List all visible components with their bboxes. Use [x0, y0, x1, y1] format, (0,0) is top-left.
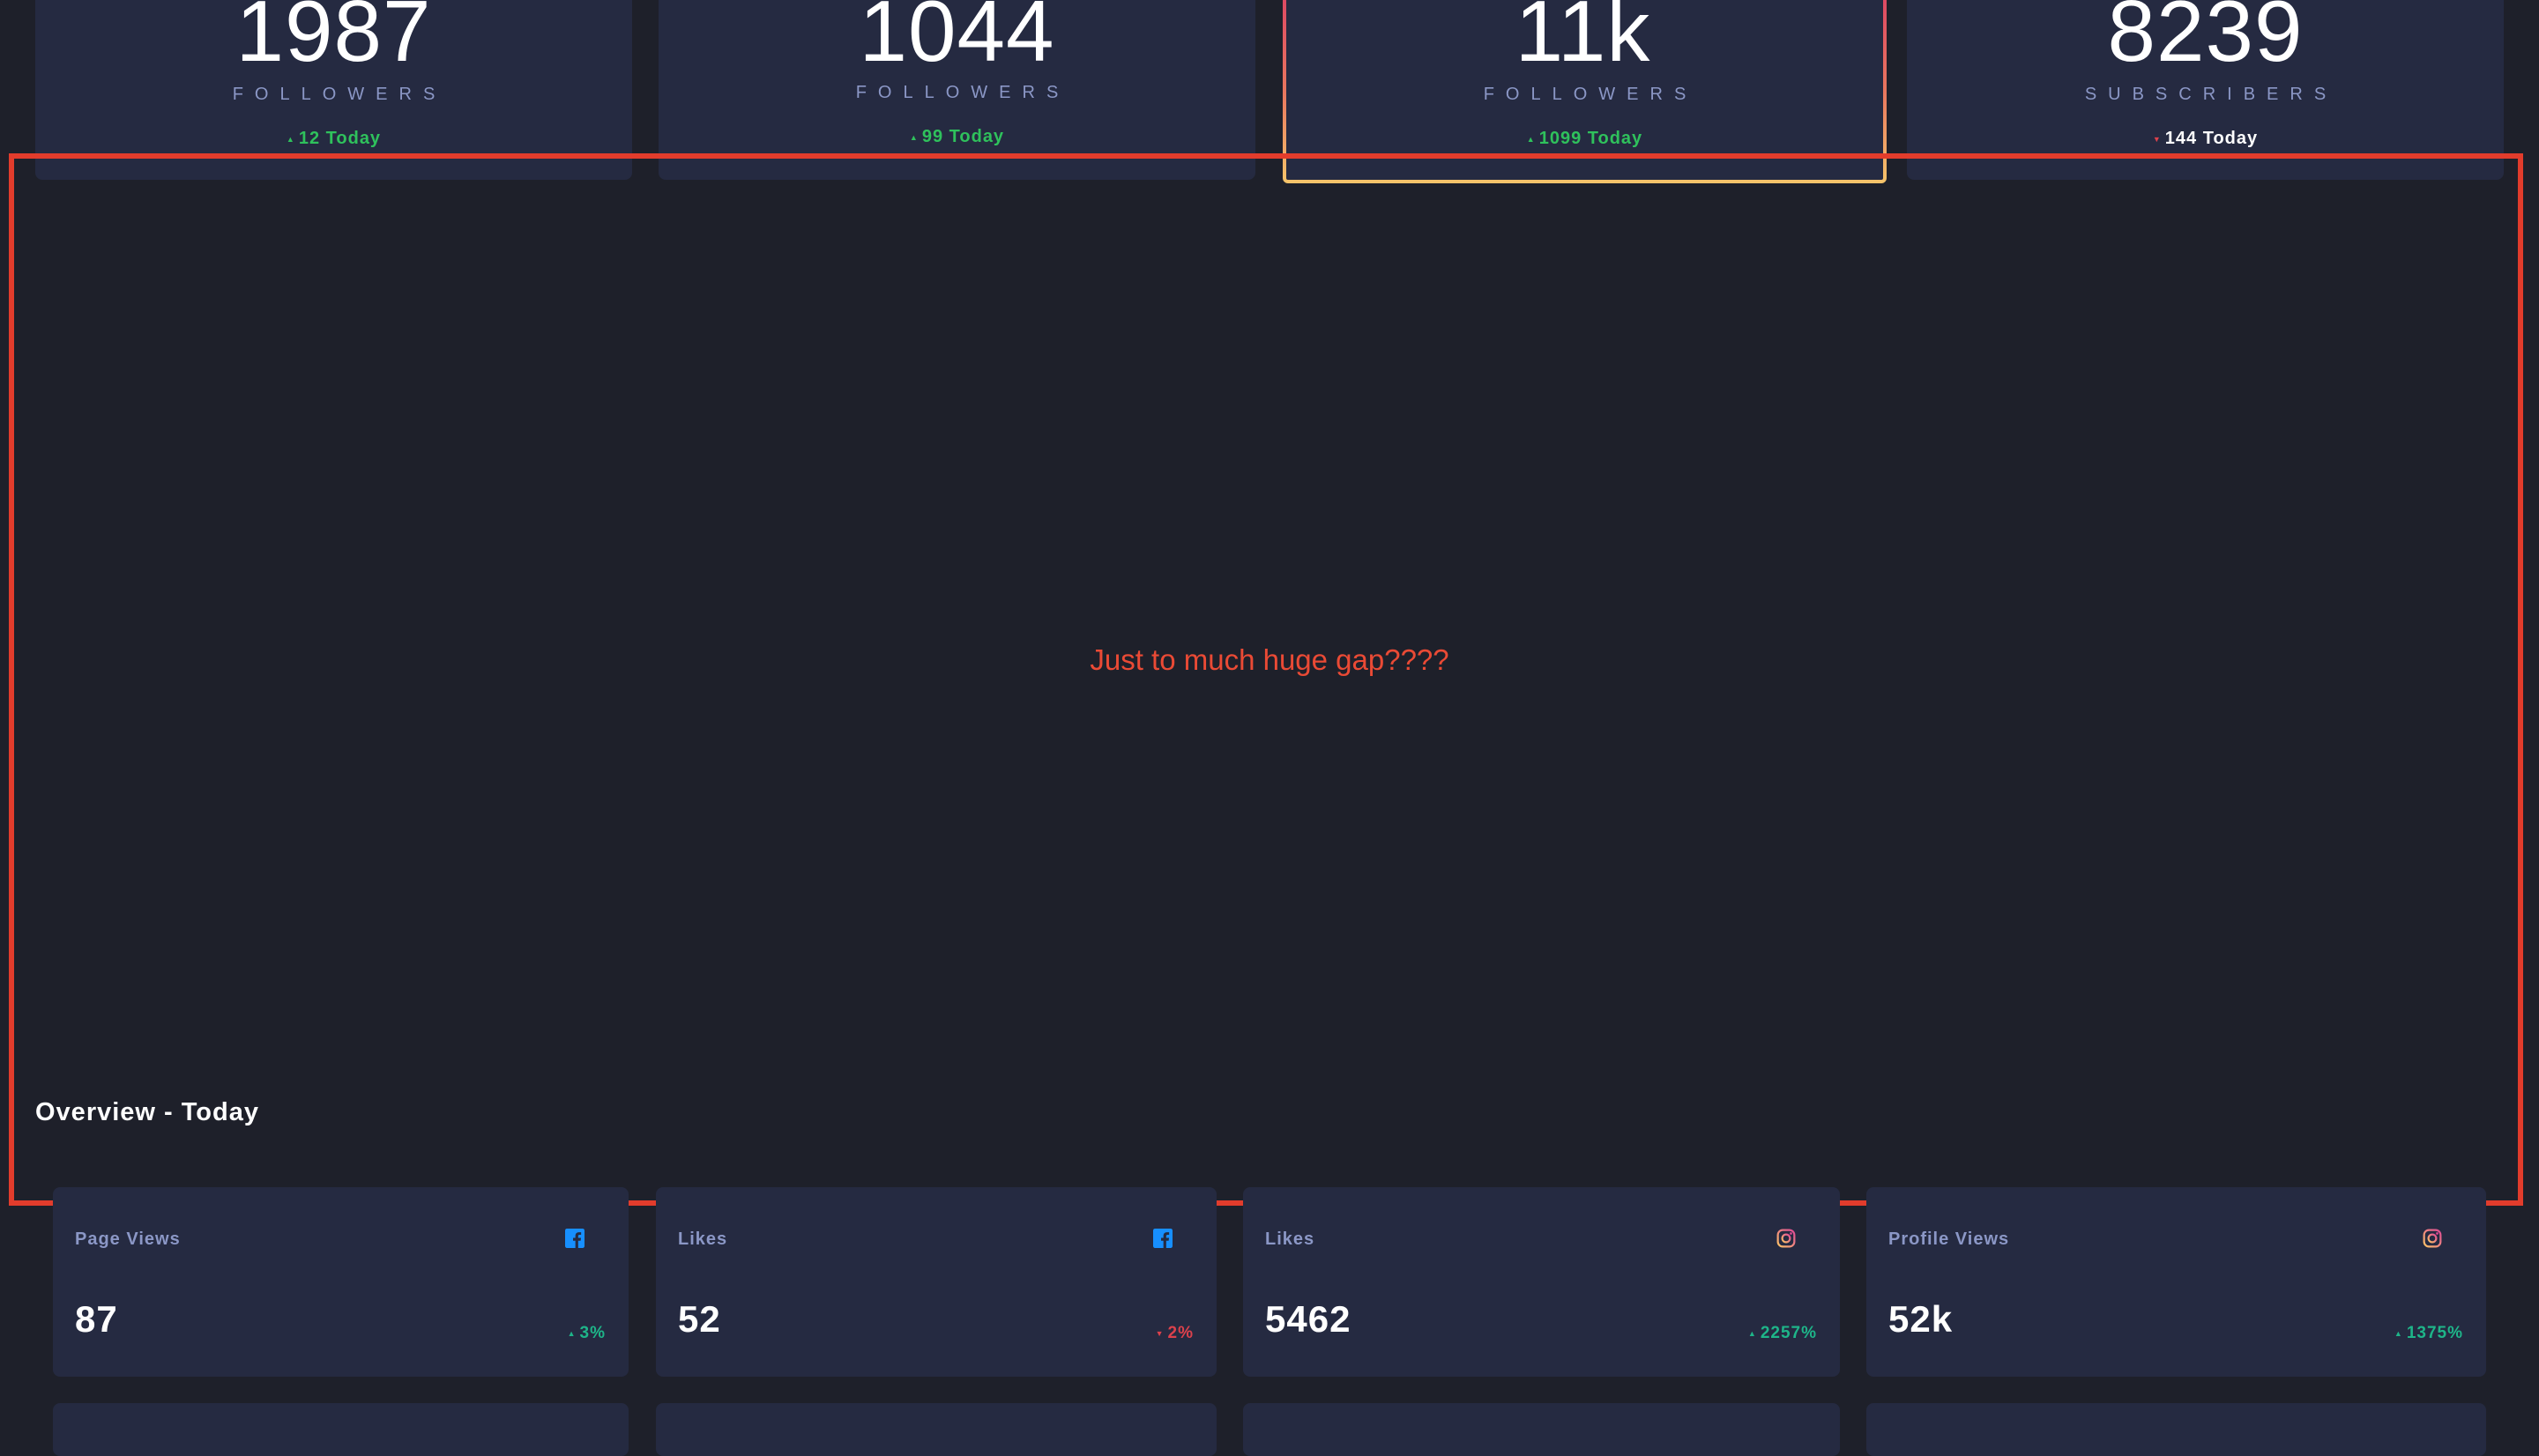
instagram-icon [1776, 1229, 1796, 1248]
overview-card-profile-views: Profile Views 52k ▲ 1375% [1866, 1187, 2486, 1377]
facebook-icon [565, 1229, 584, 1248]
annotation-note: Just to much huge gap???? [1090, 643, 1449, 676]
overview-change: ▲ 1375% [2394, 1324, 2463, 1342]
arrow-up-icon: ▲ [1526, 134, 1536, 144]
today-change: ▲ 12 Today [286, 129, 382, 148]
arrow-down-icon: ▼ [1155, 1328, 1165, 1338]
overview-label: Page Views [75, 1229, 181, 1249]
overview-title: Overview - Today [35, 1098, 259, 1126]
follower-unit: FOLLOWERS [1483, 85, 1698, 104]
overview-card-partial [656, 1403, 1217, 1456]
overview-value: 52 [678, 1298, 721, 1340]
arrow-up-icon: ▲ [2394, 1328, 2403, 1338]
overview-label: Likes [678, 1229, 728, 1249]
arrow-up-icon: ▲ [286, 134, 295, 144]
facebook-icon [1153, 1229, 1173, 1248]
overview-card-likes-facebook: Likes 52 ▼ 2% [656, 1187, 1217, 1377]
overview-value: 52k [1888, 1298, 1954, 1340]
follower-unit: FOLLOWERS [232, 85, 447, 104]
today-change: ▼ 144 Today [2152, 129, 2259, 148]
subscriber-count: 8239 [2107, 0, 2304, 79]
follower-count: 1987 [235, 0, 432, 79]
arrow-up-icon: ▲ [909, 132, 919, 142]
overview-change: ▲ 2257% [1747, 1324, 1817, 1342]
arrow-up-icon: ▲ [1747, 1328, 1757, 1338]
overview-label: Likes [1265, 1229, 1315, 1249]
overview-card-page-views: Page Views 87 ▲ 3% [53, 1187, 629, 1377]
follower-count: 11k [1515, 0, 1651, 79]
arrow-up-icon: ▲ [567, 1328, 577, 1338]
follower-unit: FOLLOWERS [855, 83, 1070, 102]
overview-label: Profile Views [1888, 1229, 2010, 1249]
overview-card-partial [1243, 1403, 1840, 1456]
overview-change: ▼ 2% [1155, 1324, 1194, 1342]
instagram-icon [2423, 1229, 2442, 1248]
today-change: ▲ 1099 Today [1526, 129, 1643, 148]
today-change: ▲ 99 Today [909, 127, 1005, 146]
overview-change: ▲ 3% [567, 1324, 606, 1342]
overview-value: 5462 [1265, 1298, 1351, 1340]
overview-card-partial [1866, 1403, 2486, 1456]
follower-count: 1044 [859, 0, 1055, 79]
overview-card-likes-instagram: Likes 5462 ▲ 2257% [1243, 1187, 1840, 1377]
overview-value: 87 [75, 1298, 118, 1340]
overview-card-partial [53, 1403, 629, 1456]
arrow-down-icon: ▼ [2152, 134, 2162, 144]
subscriber-unit: SUBSCRIBERS [2084, 85, 2338, 104]
annotation-highlight-box [9, 153, 2523, 1206]
